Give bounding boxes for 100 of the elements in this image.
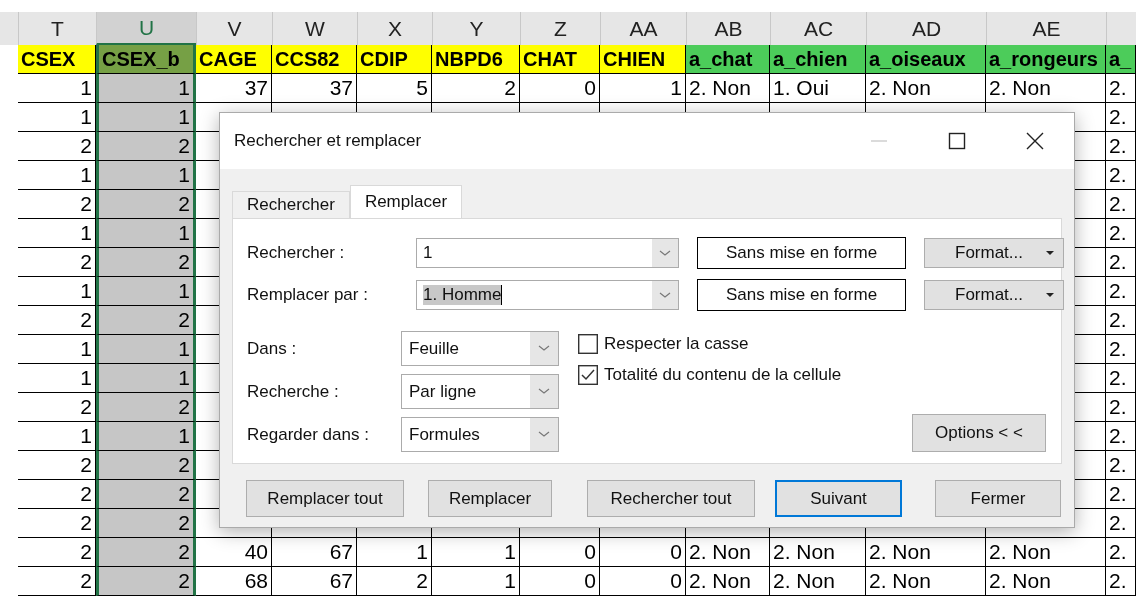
header-cell: CCS82 [272, 45, 357, 74]
dialog-button[interactable]: Suivant [775, 480, 902, 517]
table-cell: 0 [600, 567, 686, 596]
header-cell: a_oiseaux [866, 45, 986, 74]
table-cell: 2 [357, 567, 432, 596]
dialog-button[interactable]: Fermer [935, 480, 1061, 517]
table-cell: 1 [600, 74, 686, 103]
option-label: Regarder dans : [247, 424, 370, 445]
header-cell: a_chien [770, 45, 866, 74]
table-cell: 2 [96, 393, 196, 422]
column-header[interactable]: AE [986, 12, 1106, 45]
checkbox[interactable] [578, 365, 598, 385]
table-cell: 2. Non [986, 538, 1106, 567]
table-cell: 2. [1106, 538, 1136, 567]
column-header[interactable]: U [96, 12, 196, 45]
column-header[interactable]: AA [600, 12, 686, 45]
table-cell: 2. [1106, 306, 1136, 335]
table-cell: 2 [96, 480, 196, 509]
chevron-icon[interactable] [652, 239, 678, 267]
table-cell: 1 [96, 422, 196, 451]
header-cell: a_ [1106, 45, 1136, 74]
table-cell: 1 [96, 74, 196, 103]
table-cell: 2 [96, 509, 196, 538]
format-button[interactable]: Format... [924, 238, 1064, 268]
format-button[interactable]: Format... [924, 280, 1064, 310]
chevron-icon[interactable] [530, 332, 558, 365]
column-header[interactable]: AB [686, 12, 770, 45]
table-cell: 68 [196, 567, 272, 596]
dialog-button[interactable]: Remplacer tout [246, 480, 404, 517]
table-cell: 2. Non [686, 567, 770, 596]
column-header[interactable]: AC [770, 12, 866, 45]
column-header[interactable]: W [272, 12, 357, 45]
table-cell: 2. Non [866, 74, 986, 103]
table-cell: 2. [1106, 248, 1136, 277]
table-cell: 2. [1106, 161, 1136, 190]
table-cell: 2 [96, 306, 196, 335]
table-cell: 1 [96, 335, 196, 364]
header-cell: CAGE [196, 45, 272, 74]
table-cell: 0 [600, 538, 686, 567]
chevron-icon[interactable] [530, 375, 558, 408]
options-button[interactable]: Options < < [912, 414, 1046, 452]
maximize-icon[interactable] [948, 132, 966, 150]
combo-field[interactable]: 1 [416, 238, 679, 268]
table-cell: 2 [96, 248, 196, 277]
table-cell: 5 [357, 74, 432, 103]
dialog-button[interactable]: Remplacer [428, 480, 552, 517]
table-cell: 2. [1106, 335, 1136, 364]
header-cell: CSEX [18, 45, 96, 74]
dropdown[interactable]: Feuille [401, 331, 559, 366]
table-cell: 1 [96, 277, 196, 306]
chevron-icon[interactable] [652, 281, 678, 309]
select-all-corner[interactable] [0, 12, 18, 45]
header-cell: a_chat [686, 45, 770, 74]
table-cell: 2. [1106, 480, 1136, 509]
dropdown[interactable]: Par ligne [401, 374, 559, 409]
column-header[interactable]: Z [520, 12, 600, 45]
caret-icon [1045, 250, 1055, 256]
table-cell: 0 [520, 567, 600, 596]
column-header[interactable]: V [196, 12, 272, 45]
table-cell: 1 [96, 219, 196, 248]
column-header[interactable]: AD [866, 12, 986, 45]
column-header[interactable]: Y [432, 12, 520, 45]
table-cell: 1 [96, 103, 196, 132]
table-cell: 2. Non [866, 567, 986, 596]
tab[interactable]: Rechercher [232, 191, 350, 218]
table-cell: 2. Non [986, 74, 1106, 103]
checkbox[interactable] [578, 334, 598, 354]
combo-field[interactable]: 1. Homme [416, 280, 679, 310]
table-cell: 2 [96, 538, 196, 567]
header-cell: CDIP [357, 45, 432, 74]
table-cell: 1. Oui [770, 74, 866, 103]
table-cell: 2. [1106, 190, 1136, 219]
header-cell: CSEX_b [96, 45, 196, 74]
table-cell: 2. [1106, 393, 1136, 422]
column-header[interactable] [1106, 12, 1136, 45]
header-cell: a_rongeurs [986, 45, 1106, 74]
dialog-button[interactable]: Rechercher tout [587, 480, 755, 517]
table-cell: 2 [96, 567, 196, 596]
checkbox-label: Totalité du contenu de la cellule [604, 365, 842, 385]
table-cell: 2 [96, 132, 196, 161]
column-header[interactable]: T [18, 12, 96, 45]
format-preview: Sans mise en forme [697, 279, 906, 311]
field-label: Remplacer par : [247, 285, 369, 305]
tab[interactable]: Remplacer [349, 185, 463, 218]
dialog-title: Rechercher et remplacer [234, 131, 422, 151]
chevron-icon[interactable] [530, 418, 558, 451]
close-icon[interactable] [1026, 132, 1044, 150]
checkbox-label: Respecter la casse [604, 334, 749, 354]
table-cell: 1 [432, 567, 520, 596]
table-cell: 2. [1106, 364, 1136, 393]
header-cell: CHIEN [600, 45, 686, 74]
option-label: Recherche : [247, 381, 340, 402]
header-cell: NBPD6 [432, 45, 520, 74]
table-cell: 2 [96, 190, 196, 219]
dropdown[interactable]: Formules [401, 417, 559, 452]
table-cell: 2. Non [866, 538, 986, 567]
table-cell: 2. [1106, 277, 1136, 306]
column-header[interactable]: X [357, 12, 432, 45]
table-cell: 37 [272, 74, 357, 103]
table-cell: 2. [1106, 567, 1136, 596]
